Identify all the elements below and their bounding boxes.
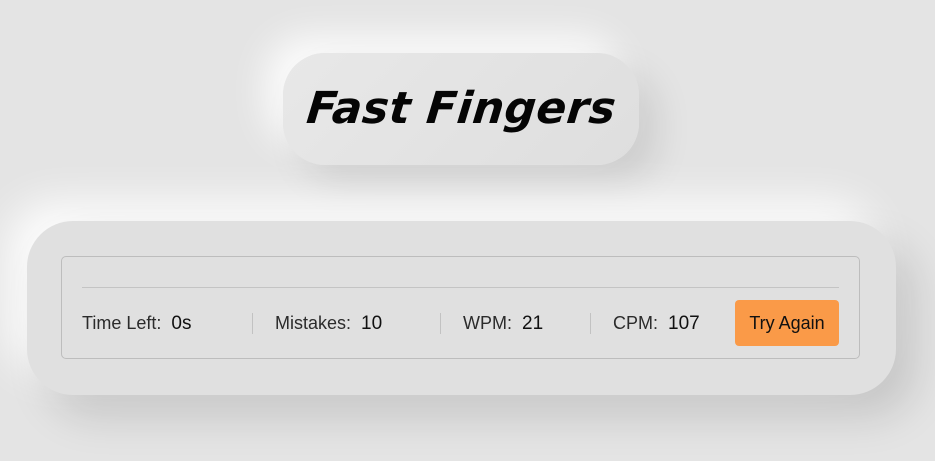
- typing-card: Time Left: 0s Mistakes: 10 WPM: 21 CPM: …: [27, 221, 896, 395]
- time-left-value: 0: [171, 312, 182, 334]
- wpm-value: 21: [522, 312, 544, 334]
- time-left-unit: s: [181, 312, 192, 334]
- cpm-value: 107: [668, 312, 700, 334]
- stat-divider: [252, 313, 253, 334]
- mistakes-value: 10: [361, 312, 383, 334]
- app-title: Fast Fingers: [303, 82, 619, 134]
- try-again-button[interactable]: Try Again: [735, 300, 839, 346]
- time-left-label: Time Left:: [82, 313, 162, 333]
- stat-wpm: WPM: 21: [463, 300, 543, 347]
- stat-time-left: Time Left: 0s: [82, 300, 191, 347]
- mistakes-label: Mistakes:: [275, 313, 352, 333]
- stat-divider: [590, 313, 591, 334]
- stat-divider: [440, 313, 441, 334]
- typing-panel: Time Left: 0s Mistakes: 10 WPM: 21 CPM: …: [61, 256, 860, 359]
- stat-mistakes: Mistakes: 10: [275, 300, 382, 347]
- cpm-label: CPM:: [613, 313, 658, 333]
- stats-bar: Time Left: 0s Mistakes: 10 WPM: 21 CPM: …: [82, 300, 839, 347]
- wpm-label: WPM:: [463, 313, 512, 333]
- stat-cpm: CPM: 107: [613, 300, 700, 347]
- title-badge: Fast Fingers: [283, 53, 639, 165]
- typing-text-area[interactable]: [82, 257, 839, 288]
